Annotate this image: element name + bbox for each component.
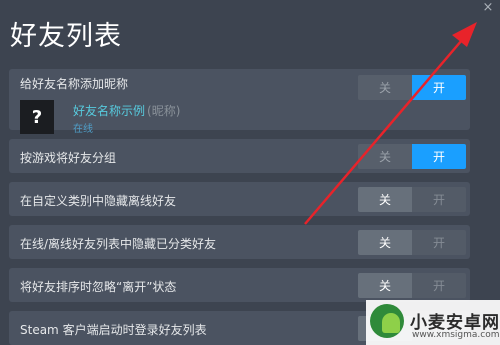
setting-label: 将好友排序时忽略“离开”状态 [20,280,177,294]
setting-label: 给好友名称添加昵称 [20,77,129,91]
toggle-off-option[interactable]: 关 [358,75,412,100]
setting-label: 在自定义类别中隐藏离线好友 [20,194,177,208]
toggle-on-option[interactable]: 开 [412,230,466,255]
toggle-on-option[interactable]: 开 [412,144,466,169]
preview-status: 在线 [73,124,93,135]
watermark-logo-icon [370,304,404,338]
toggle-nickname[interactable]: 关 开 [358,75,466,100]
toggle-on-option[interactable]: 开 [412,273,466,298]
watermark-url: www.xmsigma.com [412,330,500,340]
setting-row-hide-offline-custom: 在自定义类别中隐藏离线好友 关 开 [9,182,470,216]
toggle-hide-categorized[interactable]: 关 开 [358,230,466,255]
toggle-off-option[interactable]: 关 [358,230,412,255]
preview-name-text: 好友名称示例 [73,104,146,118]
setting-row-group-by-game: 按游戏将好友分组 关 开 [9,139,470,173]
arrow-head [452,22,477,47]
close-icon[interactable]: × [481,1,495,15]
toggle-on-option[interactable]: 开 [412,187,466,212]
toggle-off-option[interactable]: 关 [358,144,412,169]
toggle-on-option[interactable]: 开 [412,75,466,100]
setting-label: Steam 客户端启动时登录好友列表 [20,323,207,337]
setting-row-ignore-away: 将好友排序时忽略“离开”状态 关 开 [9,268,470,302]
avatar-placeholder-icon: ? [20,100,54,134]
setting-label: 按游戏将好友分组 [20,151,117,165]
toggle-ignore-away[interactable]: 关 开 [358,273,466,298]
setting-label: 在线/离线好友列表中隐藏已分类好友 [20,237,217,251]
page-title: 好友列表 [10,21,122,52]
toggle-off-option[interactable]: 关 [358,187,412,212]
setting-row-nickname: 给好友名称添加昵称 关 开 ? 好友名称示例 (昵称) 在线 [9,69,470,135]
preview-friend-name: 好友名称示例 (昵称) [73,102,180,119]
watermark: 小麦安卓网 www.xmsigma.com [366,300,500,345]
watermark-leaf-shape [382,313,400,333]
toggle-hide-offline-custom[interactable]: 关 开 [358,187,466,212]
preview-nickname: (昵称) [147,104,181,118]
toggle-group-by-game[interactable]: 关 开 [358,144,466,169]
toggle-off-option[interactable]: 关 [358,273,412,298]
setting-row-hide-categorized: 在线/离线好友列表中隐藏已分类好友 关 开 [9,225,470,259]
